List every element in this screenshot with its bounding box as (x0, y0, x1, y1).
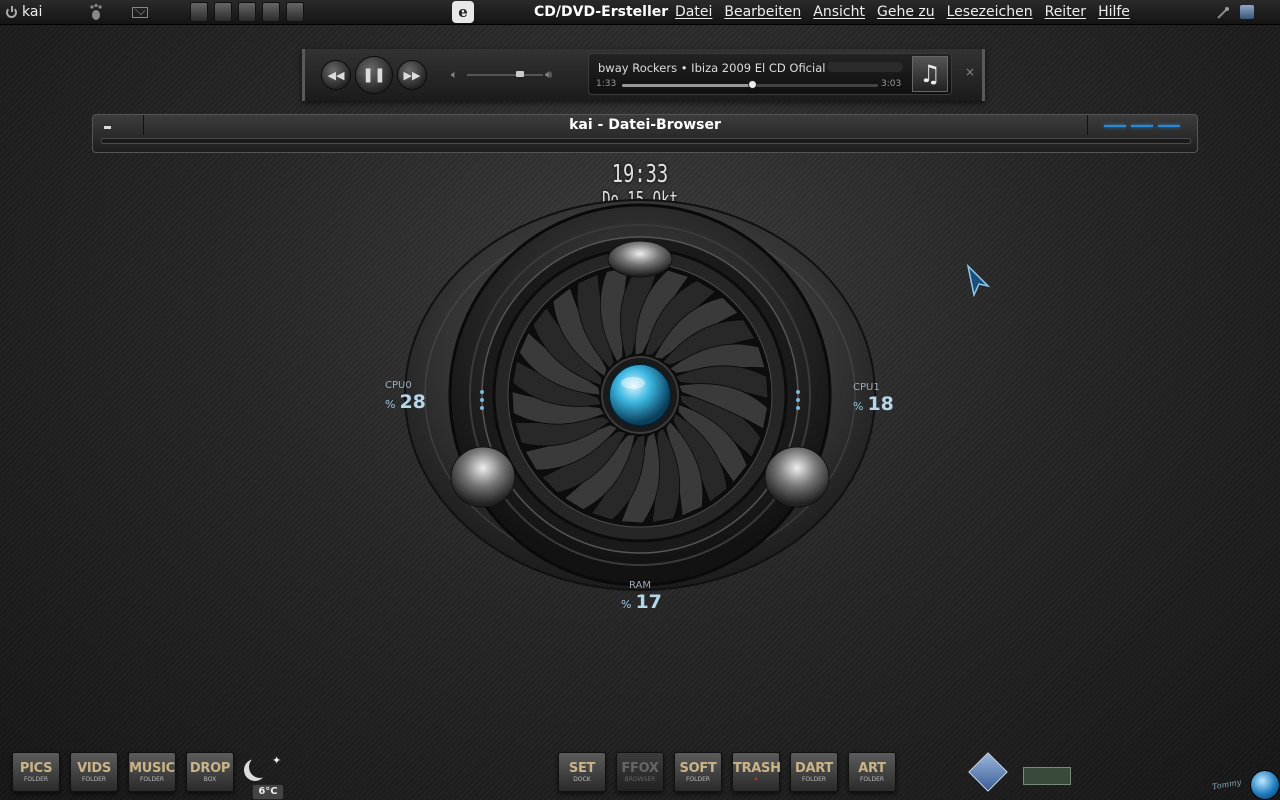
gnome-foot-icon[interactable] (88, 0, 104, 24)
turbine-graphic (404, 199, 876, 591)
cpu0-value: 28 (399, 391, 426, 413)
dock-trash[interactable]: TRASH • (732, 752, 781, 792)
close-button[interactable] (1158, 125, 1180, 127)
track-rating (827, 62, 903, 72)
menu-bearbeiten[interactable]: Bearbeiten (724, 4, 801, 20)
moon-icon (249, 756, 271, 778)
window-body-strip (101, 138, 1191, 144)
maximize-button[interactable] (1131, 125, 1153, 127)
volume-high-icon: 🔊︎ (545, 68, 552, 81)
mouse-cursor-icon (966, 264, 991, 298)
app-name: CD/DVD-Ersteller (534, 4, 669, 20)
volume-low-icon: 🔈︎ (451, 68, 458, 81)
weather-widget[interactable]: ✦ 6°C (246, 754, 286, 800)
window-controls (1087, 115, 1198, 135)
system-tray (1216, 0, 1254, 24)
dock-soft-folder[interactable]: SOFT FOLDER (674, 752, 722, 792)
window-title[interactable]: kai - Datei-Browser (93, 117, 1197, 133)
mail-icon[interactable] (132, 0, 148, 24)
now-playing-display: bway Rockers • Ibiza 2009 El CD Oficial … (588, 53, 952, 95)
network-icon[interactable] (1216, 5, 1230, 19)
dock-dropbox[interactable]: DROP BOX (186, 752, 234, 792)
seek-bar-knob[interactable] (748, 80, 758, 89)
clock-time: 19:33 (611, 159, 669, 188)
diamond-app-icon[interactable] (968, 752, 1008, 792)
next-track-button[interactable]: ▶▶ (397, 60, 427, 90)
pause-button[interactable]: ❚❚ (355, 56, 393, 94)
power-icon (6, 5, 17, 18)
menu-gehe-zu[interactable]: Gehe zu (877, 4, 935, 20)
menu-reiter[interactable]: Reiter (1045, 4, 1086, 20)
file-browser-window: kai - Datei-Browser (92, 114, 1198, 153)
cpu0-label: CPU0 (385, 380, 412, 391)
user-name: kai (22, 4, 43, 20)
dock-dart-folder[interactable]: DART FOLDER (790, 752, 838, 792)
menu-hilfe[interactable]: Hilfe (1098, 4, 1130, 20)
star-icon: ✦ (272, 754, 282, 767)
dock-art-folder[interactable]: ART FOLDER (848, 752, 896, 792)
time-total: 3:03 (881, 79, 902, 89)
launcher-terminal-icon[interactable] (190, 2, 208, 22)
music-player: ◀◀ ❚❚ ▶▶ 🔈︎ 🔊︎ bway Rockers • Ibiza 2009… (302, 49, 985, 101)
menu-lesezeichen[interactable]: Lesezeichen (947, 4, 1033, 20)
menu-ansicht[interactable]: Ansicht (813, 4, 865, 20)
launcher-bulb-icon[interactable] (238, 2, 256, 22)
app-logo-area: e (452, 0, 474, 24)
trash-indicator: • (753, 775, 759, 784)
weather-temperature: 6°C (252, 784, 284, 800)
app-logo-icon[interactable]: e (452, 1, 474, 23)
cpu0-stat: CPU0 % 28 (385, 380, 426, 413)
launcher-media-icon[interactable] (286, 2, 304, 22)
menubar: Datei Bearbeiten Ansicht Gehe zu Lesezei… (675, 0, 1130, 24)
signature: Tommy (1211, 777, 1242, 792)
user-menu[interactable]: kai (6, 0, 42, 24)
close-icon[interactable]: × (965, 65, 975, 79)
track-title: bway Rockers • Ibiza 2009 El CD Oficial (598, 61, 826, 75)
launcher-editor-icon[interactable] (214, 2, 232, 22)
chip-app-icon[interactable] (1023, 767, 1071, 785)
dock-vids-folder[interactable]: VIDS FOLDER (70, 752, 118, 792)
album-art: ♫ (912, 56, 948, 92)
panel-launchers (190, 0, 304, 24)
launcher-files-icon[interactable] (262, 2, 280, 22)
system-monitor-widget: CPU0 % 28 CPU1 % 18 RAM % 17 (385, 195, 894, 613)
seek-bar-fill (622, 84, 753, 87)
time-elapsed: 1:33 (596, 79, 617, 89)
ram-value: 17 (635, 591, 662, 613)
cpu1-value: 18 (867, 393, 894, 415)
orb-icon[interactable] (1250, 770, 1280, 800)
ram-unit: % (621, 598, 632, 611)
cpu1-label: CPU1 (853, 382, 880, 393)
previous-track-button[interactable]: ◀◀ (321, 60, 351, 90)
volume-slider-knob[interactable] (516, 71, 525, 77)
dock-pics-folder[interactable]: PICS FOLDER (12, 752, 60, 792)
menu-datei[interactable]: Datei (675, 4, 712, 20)
volume-slider[interactable] (467, 74, 543, 76)
dock-ffox-browser[interactable]: FFOX BROWSER (616, 752, 664, 792)
dock-music-folder[interactable]: MUSIC FOLDER (128, 752, 176, 792)
seek-bar[interactable] (622, 80, 878, 89)
ram-stat: RAM % 17 (621, 580, 662, 613)
cpu0-unit: % (385, 398, 396, 411)
dock-set-dock[interactable]: SET DOCK (558, 752, 606, 792)
volume-tray-icon[interactable] (1240, 5, 1254, 19)
cpu1-stat: CPU1 % 18 (853, 382, 894, 415)
cpu1-unit: % (853, 400, 864, 413)
ram-label: RAM (629, 580, 652, 591)
minimize-button[interactable] (1104, 125, 1126, 127)
top-panel: kai e CD/DVD-Ersteller Datei Bearbeiten … (0, 0, 1280, 25)
